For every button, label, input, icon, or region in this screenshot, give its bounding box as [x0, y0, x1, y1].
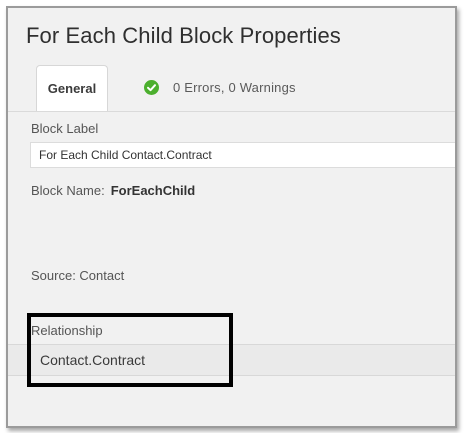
relationship-label: Relationship: [31, 323, 103, 338]
source-text: Source: Contact: [31, 268, 125, 283]
panel-title: For Each Child Block Properties: [26, 23, 341, 48]
status-text: 0 Errors, 0 Warnings: [173, 80, 296, 95]
properties-panel: For Each Child Block Properties General …: [6, 6, 457, 428]
check-circle-icon: [144, 80, 159, 95]
block-name-value: ForEachChild: [110, 183, 196, 198]
relationship-value: Contact.Contract: [40, 352, 146, 368]
block-label-input[interactable]: [30, 142, 455, 168]
tab-general[interactable]: General: [36, 65, 108, 111]
block-name-label: Block Name:: [31, 183, 105, 198]
block-name: Block Name: ForEachChild: [31, 183, 195, 198]
relationship-field[interactable]: Contact.Contract: [8, 344, 455, 376]
tab-bar: General 0 Errors, 0 Warnings: [8, 65, 455, 112]
block-label-label: Block Label: [31, 121, 99, 136]
validation-status: 0 Errors, 0 Warnings: [144, 80, 296, 95]
